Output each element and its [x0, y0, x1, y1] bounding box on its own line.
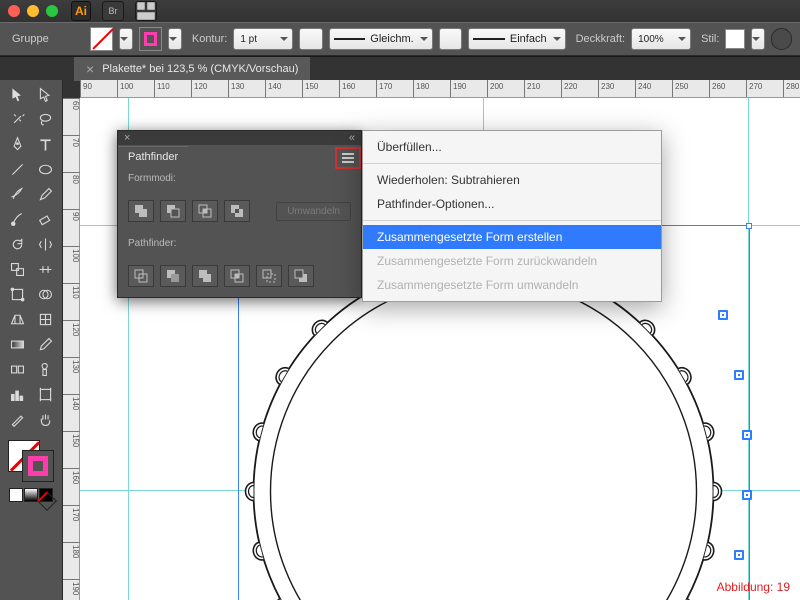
- color-mode-buttons[interactable]: [9, 488, 53, 502]
- anchor-point[interactable]: [718, 310, 728, 320]
- menu-item-trap[interactable]: Überfüllen...: [363, 135, 661, 159]
- hand-tool[interactable]: [31, 407, 59, 432]
- scale-tool[interactable]: [3, 257, 31, 282]
- close-window-button[interactable]: [8, 5, 20, 17]
- style-dropdown[interactable]: [751, 28, 765, 50]
- crop-button[interactable]: [224, 265, 250, 287]
- shape-builder-tool[interactable]: [31, 282, 59, 307]
- anchor-point[interactable]: [742, 430, 752, 440]
- selection-type-label: Gruppe: [12, 33, 49, 45]
- shape-modes-label: Formmodi:: [118, 167, 361, 190]
- zoom-window-button[interactable]: [46, 5, 58, 17]
- fill-stroke-control[interactable]: [6, 438, 56, 484]
- stroke-label: Kontur:: [192, 33, 227, 45]
- vertical-ruler[interactable]: 60708090100110120130140150160170180190: [63, 98, 80, 600]
- stroke-width-input[interactable]: 1 pt: [233, 28, 293, 50]
- blob-brush-tool[interactable]: [3, 207, 31, 232]
- reflect-tool[interactable]: [31, 232, 59, 257]
- stroke-swatch[interactable]: [139, 27, 162, 51]
- stroke-cap-label: Gleichm.: [370, 33, 413, 45]
- variable-width-button[interactable]: [299, 28, 322, 50]
- width-tool[interactable]: [31, 257, 59, 282]
- artboard-tool[interactable]: [31, 382, 59, 407]
- anchor-point[interactable]: [742, 490, 752, 500]
- eraser-tool[interactable]: [31, 207, 59, 232]
- column-graph-tool[interactable]: [3, 382, 31, 407]
- pathfinder-modes-label: Pathfinder:: [118, 232, 361, 255]
- figure-caption: Abbildung: 19: [717, 580, 790, 594]
- magic-wand-tool[interactable]: [3, 107, 31, 132]
- tools-panel: [0, 80, 63, 600]
- opacity-label: Deckkraft:: [576, 33, 626, 45]
- document-tab[interactable]: × Plakette* bei 123,5 % (CMYK/Vorschau): [74, 57, 310, 81]
- document-tab-bar: × Plakette* bei 123,5 % (CMYK/Vorschau): [0, 56, 800, 80]
- panel-title-bar[interactable]: ×«: [118, 131, 361, 145]
- stroke-profile-select[interactable]: Einfach: [468, 28, 566, 50]
- pathfinder-flyout-menu: Überfüllen... Wiederholen: Subtrahieren …: [362, 130, 662, 302]
- gradient-tool[interactable]: [3, 332, 31, 357]
- minus-back-button[interactable]: [288, 265, 314, 287]
- panel-flyout-menu-button[interactable]: [337, 149, 359, 167]
- perspective-grid-tool[interactable]: [3, 307, 31, 332]
- settings-gear-button[interactable]: [771, 28, 792, 50]
- line-tool[interactable]: [3, 157, 31, 182]
- pen-tool[interactable]: [3, 132, 31, 157]
- symbol-sprayer-tool[interactable]: [31, 357, 59, 382]
- pencil-tool[interactable]: [31, 182, 59, 207]
- divide-button[interactable]: [128, 265, 154, 287]
- direct-selection-tool[interactable]: [31, 82, 59, 107]
- style-swatch[interactable]: [725, 29, 744, 49]
- merge-button[interactable]: [192, 265, 218, 287]
- horizontal-ruler[interactable]: 9010011012013014015016017018019020021022…: [80, 80, 800, 98]
- pathfinder-tab[interactable]: Pathfinder: [118, 146, 188, 167]
- close-tab-icon[interactable]: ×: [86, 62, 94, 76]
- menu-item-options[interactable]: Pathfinder-Optionen...: [363, 192, 661, 216]
- anchor-point[interactable]: [734, 370, 744, 380]
- opacity-input[interactable]: 100%: [631, 28, 691, 50]
- paintbrush-tool[interactable]: [3, 182, 31, 207]
- selection-tool[interactable]: [3, 82, 31, 107]
- stroke-dropdown[interactable]: [168, 28, 182, 50]
- brush-button[interactable]: [439, 28, 462, 50]
- expand-button: Umwandeln: [276, 202, 351, 221]
- menu-item-expand-compound-shape: Zusammengesetzte Form umwandeln: [363, 273, 661, 297]
- minus-front-button[interactable]: [160, 200, 186, 222]
- control-bar: Gruppe Kontur: 1 pt Gleichm. Einfach Dec…: [0, 22, 800, 56]
- unite-button[interactable]: [128, 200, 154, 222]
- trim-button[interactable]: [160, 265, 186, 287]
- pathfinder-panel[interactable]: ×« Pathfinder Formmodi: Umwandeln Pathfi…: [117, 130, 362, 298]
- fill-swatch[interactable]: [90, 27, 113, 51]
- minimize-window-button[interactable]: [27, 5, 39, 17]
- intersect-button[interactable]: [192, 200, 218, 222]
- menu-item-repeat[interactable]: Wiederholen: Subtrahieren: [363, 168, 661, 192]
- exclude-button[interactable]: [224, 200, 250, 222]
- app-icon: Ai: [71, 1, 91, 21]
- stroke-cap-select[interactable]: Gleichm.: [329, 28, 433, 50]
- type-tool[interactable]: [31, 132, 59, 157]
- arrange-docs-button[interactable]: [135, 1, 157, 21]
- lasso-tool[interactable]: [31, 107, 59, 132]
- free-transform-tool[interactable]: [3, 282, 31, 307]
- outline-button[interactable]: [256, 265, 282, 287]
- blend-tool[interactable]: [3, 357, 31, 382]
- rotate-tool[interactable]: [3, 232, 31, 257]
- stroke-profile-label: Einfach: [510, 33, 547, 45]
- anchor-point[interactable]: [734, 550, 744, 560]
- mesh-tool[interactable]: [31, 307, 59, 332]
- document-tab-title: Plakette* bei 123,5 % (CMYK/Vorschau): [102, 63, 298, 75]
- slice-tool[interactable]: [3, 407, 31, 432]
- fill-dropdown[interactable]: [119, 28, 133, 50]
- menu-item-release-compound-shape: Zusammengesetzte Form zurückwandeln: [363, 249, 661, 273]
- titlebar: Ai Br: [0, 0, 800, 22]
- selection-handle[interactable]: [746, 223, 752, 229]
- bridge-button[interactable]: Br: [102, 1, 124, 21]
- style-label: Stil:: [701, 33, 719, 45]
- ellipse-tool[interactable]: [31, 157, 59, 182]
- menu-item-make-compound-shape[interactable]: Zusammengesetzte Form erstellen: [363, 225, 661, 249]
- eyedropper-tool[interactable]: [31, 332, 59, 357]
